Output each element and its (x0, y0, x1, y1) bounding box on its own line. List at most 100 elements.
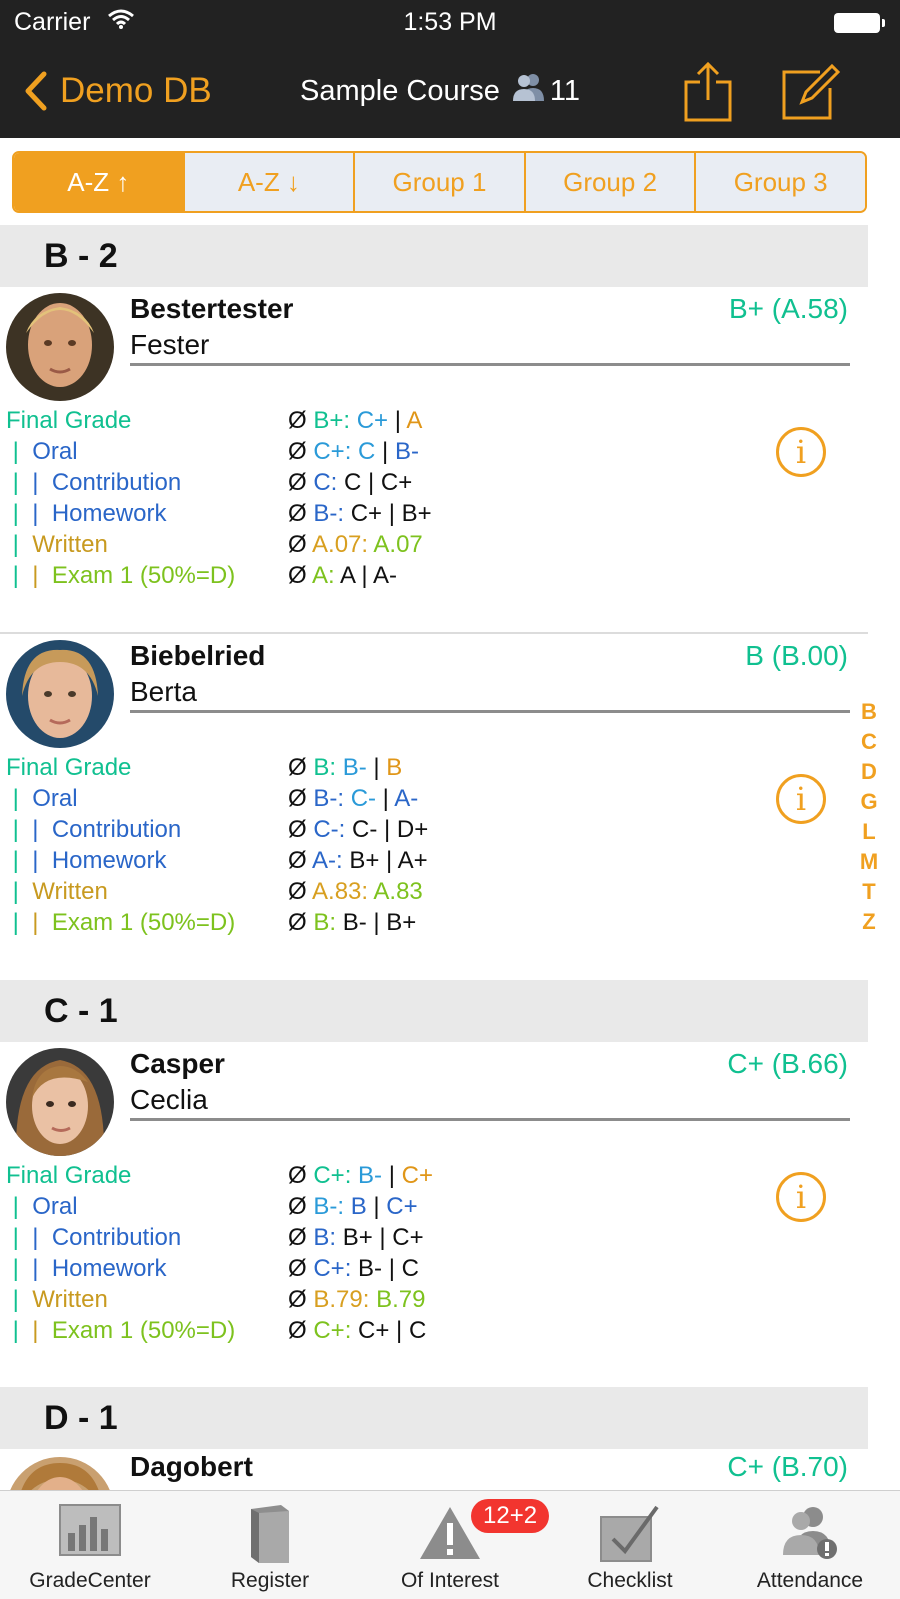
index-letter-m[interactable]: M (856, 849, 882, 875)
tab-attendance[interactable]: Attendance (720, 1491, 900, 1599)
segment-group-1[interactable]: Group 1 (355, 153, 526, 211)
segment-az-descending[interactable]: A-Z ↓ (184, 153, 356, 211)
student-card[interactable]: Casper Ceclia C+ (B.66) i Final Grade Ø … (0, 1042, 868, 1387)
index-letter-c[interactable]: C (856, 729, 882, 755)
course-title: Sample Course (300, 74, 500, 107)
row-label: Final Grade (6, 1162, 132, 1189)
chevron-left-icon (25, 71, 47, 111)
name-underline (130, 710, 850, 713)
edit-button[interactable] (780, 60, 844, 124)
row-label: | | Homework (6, 847, 167, 874)
student-first-name: Berta (130, 676, 197, 707)
index-letter-g[interactable]: G (856, 789, 882, 815)
back-button[interactable]: Demo DB (24, 68, 212, 114)
section-header: B - 2 (0, 225, 868, 287)
overall-grade: B (B.00) (745, 640, 848, 671)
student-card[interactable]: Bestertester Fester B+ (A.58) i Final Gr… (0, 287, 868, 632)
avatar (6, 1457, 114, 1490)
tab-label: Checklist (587, 1569, 673, 1592)
row-label: | | Homework (6, 1255, 167, 1282)
student-last-name: Dagobert (130, 1451, 253, 1482)
clock-label: 1:53 PM (403, 8, 497, 36)
row-value: Ø B+: C+ | A (288, 407, 423, 434)
sort-segmented-control: A-Z ↑ A-Z ↓ Group 1 Group 2 Group 3 (12, 151, 867, 213)
avatar (6, 640, 114, 748)
student-last-name: Biebelried (130, 640, 266, 671)
tab-label: Register (230, 1569, 310, 1592)
name-underline (130, 363, 850, 366)
row-value: Ø B: B+ | C+ (288, 1224, 424, 1251)
tab-gradecenter[interactable]: GradeCenter (0, 1491, 180, 1599)
back-label: Demo DB (60, 71, 212, 110)
row-value: Ø B.79: B.79 (288, 1286, 426, 1313)
avatar (6, 293, 114, 401)
row-value: Ø A: A | A- (288, 562, 397, 589)
section-label: B - 2 (44, 237, 118, 275)
segment-group-3[interactable]: Group 3 (696, 153, 865, 211)
notification-badge: 12+2 (471, 1499, 550, 1533)
share-icon (684, 61, 732, 122)
row-label: | Written (6, 1286, 108, 1313)
checkbox-icon (597, 1503, 663, 1570)
row-label: | Oral (6, 438, 78, 465)
name-underline (130, 1118, 850, 1121)
row-value: Ø A-: B+ | A+ (288, 847, 428, 874)
index-letter-l[interactable]: L (856, 819, 882, 845)
overall-grade: C+ (B.70) (727, 1451, 848, 1482)
row-label: | | Exam 1 (50%=D) (6, 562, 236, 589)
bar-chart-icon (58, 1503, 122, 1562)
row-label: Final Grade (6, 754, 132, 781)
info-button[interactable]: i (776, 427, 826, 477)
segment-group-2[interactable]: Group 2 (525, 153, 697, 211)
share-button[interactable] (676, 60, 740, 124)
row-label: | | Contribution (6, 1224, 182, 1251)
row-value: Ø C+: C | B- (288, 438, 419, 465)
group-icon (512, 72, 546, 110)
row-value: Ø B-: B | C+ (288, 1193, 418, 1220)
row-label: | | Exam 1 (50%=D) (6, 909, 236, 936)
row-label: | | Exam 1 (50%=D) (6, 1317, 236, 1344)
navigation-bar: Demo DB Sample Course 11 (0, 46, 900, 138)
tab-bar: GradeCenter Register Of Interest 12+2 Ch… (0, 1490, 900, 1599)
row-label: | | Contribution (6, 816, 182, 843)
section-header: C - 1 (0, 980, 868, 1042)
row-label: | Written (6, 878, 108, 905)
section-label: D - 1 (44, 1399, 118, 1437)
info-button[interactable]: i (776, 1172, 826, 1222)
student-card[interactable]: Dagobert C+ (B.70) (0, 1449, 868, 1490)
row-label: Final Grade (6, 407, 132, 434)
info-button[interactable]: i (776, 774, 826, 824)
index-letter-d[interactable]: D (856, 759, 882, 785)
row-value: Ø C+: B- | C (288, 1255, 419, 1282)
row-value: Ø B: B- | B (288, 754, 403, 781)
student-card[interactable]: Biebelried Berta B (B.00) i Final Grade … (0, 632, 868, 982)
overall-grade: B+ (A.58) (728, 293, 848, 324)
battery-icon (834, 13, 885, 33)
overall-grade: C+ (B.66) (727, 1048, 848, 1079)
segment-az-ascending[interactable]: A-Z ↑ (14, 153, 185, 211)
student-last-name: Bestertester (130, 293, 294, 324)
index-letter-b[interactable]: B (856, 699, 882, 725)
index-letter-z[interactable]: Z (856, 909, 882, 935)
row-value: Ø A.83: A.83 (288, 878, 423, 905)
tab-label: Attendance (756, 1569, 864, 1592)
row-value: Ø C-: C- | D+ (288, 816, 429, 843)
attendance-icon (777, 1503, 843, 1570)
tab-register[interactable]: Register (180, 1491, 360, 1599)
student-first-name: Fester (130, 329, 210, 360)
index-letter-t[interactable]: T (856, 879, 882, 905)
row-label: | Oral (6, 785, 78, 812)
avatar (6, 1048, 114, 1156)
row-label: | | Contribution (6, 469, 182, 496)
student-last-name: Casper (130, 1048, 225, 1079)
tab-label: Of Interest (400, 1569, 500, 1592)
row-value: Ø B: B- | B+ (288, 909, 417, 936)
section-header: D - 1 (0, 1387, 868, 1449)
row-label: | Oral (6, 1193, 78, 1220)
row-value: Ø B-: C+ | B+ (288, 500, 432, 527)
row-value: Ø C: C | C+ (288, 469, 413, 496)
section-label: C - 1 (44, 992, 118, 1030)
status-bar: Carrier 1:53 PM (0, 0, 900, 46)
tab-checklist[interactable]: Checklist (540, 1491, 720, 1599)
row-value: Ø C+: C+ | C (288, 1317, 427, 1344)
